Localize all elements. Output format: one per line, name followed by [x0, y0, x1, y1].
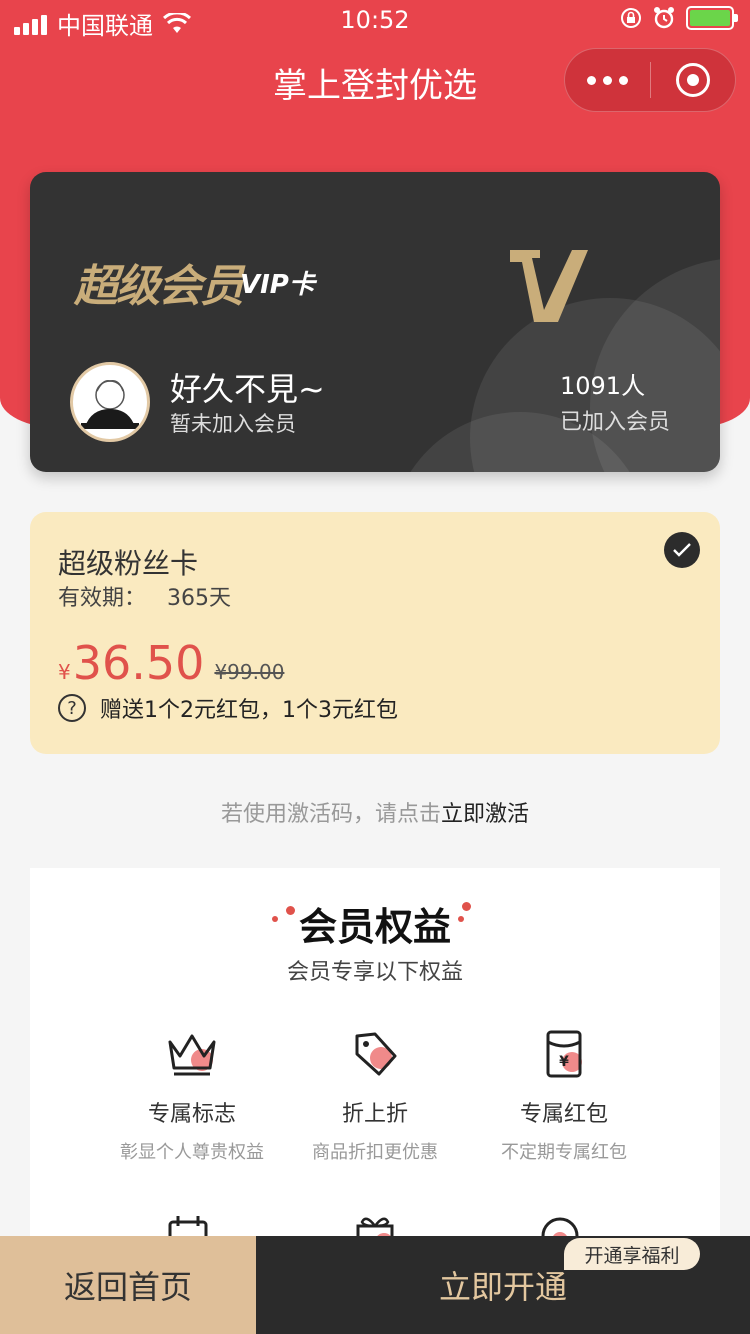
benefits-title: 会员权益 [298, 905, 451, 949]
back-home-button[interactable]: 返回首页 [0, 1236, 256, 1334]
crown-icon [168, 1034, 216, 1076]
fan-card-name: 超级粉丝卡 [58, 547, 199, 580]
activate-prefix: 若使用激活码，请点击 [220, 802, 441, 827]
benefit-name: 折上折 [341, 1102, 408, 1127]
tag-icon [355, 1032, 397, 1076]
activate-hint: 若使用激活码，请点击立即激活 [0, 796, 750, 828]
benefit-item[interactable]: ¥ 专属红包 不定期专属红包 [454, 1028, 674, 1164]
benefit-item[interactable]: 折上折 商品折扣更优惠 [265, 1028, 485, 1164]
vip-card: 超级会员 VIP卡 好久不見~ 暂未加入会员 1091人 已加入会员 [30, 172, 720, 472]
close-target-icon[interactable] [651, 63, 735, 97]
lock-rotation-icon [621, 8, 641, 28]
benefit-desc: 不定期专属红包 [501, 1142, 627, 1163]
price: 36.50 [72, 636, 205, 690]
benefits-subtitle: 会员专享以下权益 [286, 960, 463, 985]
avatar[interactable] [70, 362, 150, 442]
vip-v-logo [510, 250, 588, 322]
user-status: 暂未加入会员 [170, 412, 296, 436]
more-icon[interactable] [565, 75, 650, 85]
benefit-name: 专属红包 [519, 1102, 608, 1127]
gift-row: ? 赠送1个2元红包，1个3元红包 [58, 692, 398, 724]
mini-program-capsule [564, 48, 736, 112]
validity-value: 365天 [167, 586, 232, 611]
original-price: ¥99.00 [214, 660, 285, 684]
currency-symbol: ¥ [58, 660, 71, 684]
checkmark-icon[interactable] [664, 532, 700, 568]
member-label: 已加入会员 [560, 410, 671, 435]
gift-text: 赠送1个2元红包，1个3元红包 [100, 698, 398, 723]
welfare-badge: 开通享福利 [564, 1238, 700, 1270]
svg-text:¥: ¥ [559, 1054, 569, 1070]
vip-card-label: VIP卡 [240, 270, 315, 300]
activate-link[interactable]: 立即激活 [441, 802, 529, 827]
red-envelope-icon: ¥ [546, 1030, 582, 1078]
question-icon[interactable]: ? [58, 694, 86, 722]
validity-label: 有效期： [58, 586, 147, 611]
fan-card-option[interactable]: 超级粉丝卡 有效期： 365天 ¥ 36.50 ¥99.00 ? 赠送1个2元红… [30, 512, 720, 754]
fan-card-validity: 有效期： 365天 [58, 580, 231, 612]
status-bar: 中国联通 10:52 [0, 0, 750, 42]
benefit-desc: 商品折扣更优惠 [312, 1142, 438, 1163]
vip-card-title: 超级会员 [74, 261, 244, 312]
price-row: ¥ 36.50 ¥99.00 [58, 636, 284, 690]
member-count: 1091人 [560, 372, 646, 400]
user-name: 好久不見~ [170, 370, 325, 408]
alarm-icon [654, 7, 674, 29]
benefits-panel: 会员权益 会员专享以下权益 专属标志 彰显个人尊贵权益 折上折 商品折扣更优惠 … [30, 868, 720, 1248]
battery-icon [686, 6, 738, 30]
